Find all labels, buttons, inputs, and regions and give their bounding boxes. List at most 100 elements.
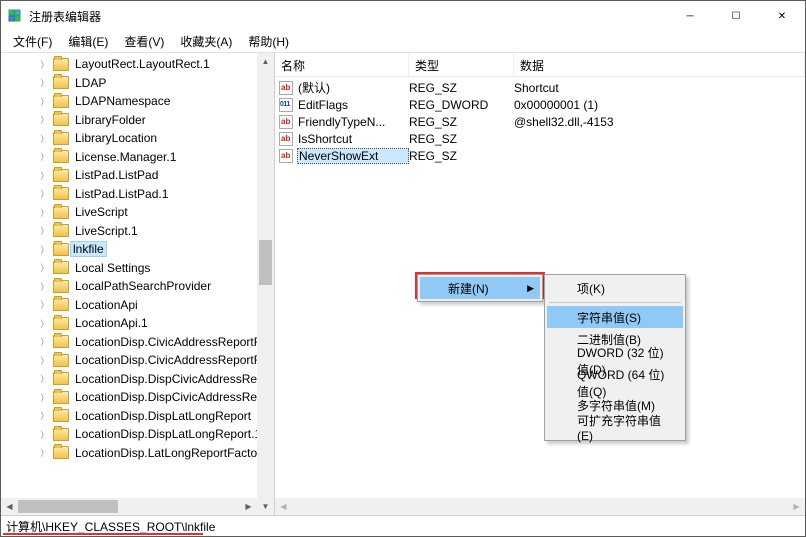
chevron-right-icon[interactable]: 〉 bbox=[39, 335, 49, 349]
tree-item[interactable]: 〉LDAP bbox=[1, 74, 257, 93]
folder-icon bbox=[53, 95, 69, 108]
menu-view[interactable]: 查看(V) bbox=[116, 31, 172, 52]
tree-item[interactable]: 〉LibraryLocation bbox=[1, 129, 257, 148]
tree-item-label: LocationDisp.DispLatLongReport bbox=[73, 409, 253, 423]
tree-item[interactable]: 〉LiveScript bbox=[1, 203, 257, 222]
folder-icon bbox=[53, 58, 69, 71]
chevron-right-icon[interactable]: 〉 bbox=[39, 224, 49, 238]
tree-item[interactable]: 〉 LocationDisp.LatLongReportFactory bbox=[1, 444, 257, 463]
column-data[interactable]: 数据 bbox=[514, 53, 805, 76]
tree-item-label: ListPad.ListPad bbox=[73, 168, 160, 182]
window-buttons: ─ ☐ ✕ bbox=[667, 1, 805, 31]
chevron-right-icon[interactable]: 〉 bbox=[39, 409, 49, 423]
value-row[interactable]: IsShortcutREG_SZ bbox=[275, 130, 805, 147]
value-type: REG_SZ bbox=[409, 81, 514, 95]
chevron-right-icon[interactable]: 〉 bbox=[39, 57, 49, 71]
scroll-down-icon[interactable]: ▼ bbox=[257, 498, 274, 515]
tree-item[interactable]: 〉LocationDisp.CivicAddressReportFactory.… bbox=[1, 351, 257, 370]
column-name[interactable]: 名称 bbox=[275, 53, 409, 76]
statusbar: 计算机\HKEY_CLASSES_ROOT\lnkfile bbox=[1, 516, 805, 536]
tree-item[interactable]: 〉lnkfile bbox=[1, 240, 257, 259]
tree-item[interactable]: 〉 LocalPathSearchProvider bbox=[1, 277, 257, 296]
tree-item[interactable]: 〉 LDAPNamespace bbox=[1, 92, 257, 111]
tree-item[interactable]: 〉 LiveScript.1 bbox=[1, 222, 257, 241]
scroll-thumb[interactable] bbox=[259, 240, 272, 285]
tree-item[interactable]: 〉ListPad.ListPad.1 bbox=[1, 185, 257, 204]
tree-horizontal-scrollbar[interactable]: ◀ ▶ bbox=[1, 498, 257, 515]
tree-item[interactable]: 〉LocationDisp.DispCivicAddressReport.1 bbox=[1, 388, 257, 407]
ctx-expand-value[interactable]: 可扩充字符串值(E) bbox=[547, 416, 683, 438]
chevron-right-icon[interactable]: 〉 bbox=[39, 427, 49, 441]
chevron-right-icon[interactable]: 〉 bbox=[39, 242, 49, 256]
menu-edit[interactable]: 编辑(E) bbox=[60, 31, 116, 52]
menu-file[interactable]: 文件(F) bbox=[5, 31, 60, 52]
chevron-right-icon[interactable]: 〉 bbox=[39, 390, 49, 404]
chevron-right-icon[interactable]: 〉 bbox=[39, 150, 49, 164]
value-row[interactable]: NeverShowExtREG_SZ bbox=[275, 147, 805, 164]
scroll-thumb[interactable] bbox=[18, 500, 118, 513]
tree-item[interactable]: 〉LocationDisp.DispLatLongReport.1 bbox=[1, 425, 257, 444]
chevron-right-icon[interactable]: 〉 bbox=[39, 279, 49, 293]
ctx-key[interactable]: 项(K) bbox=[547, 277, 683, 299]
chevron-right-icon[interactable]: 〉 bbox=[39, 94, 49, 108]
tree-item-label: LocationDisp.DispCivicAddressReport bbox=[73, 372, 257, 386]
values-list[interactable]: (默认)REG_SZShortcutEditFlagsREG_DWORD0x00… bbox=[275, 77, 805, 164]
tree-item[interactable]: 〉 License.Manager.1 bbox=[1, 148, 257, 167]
chevron-right-icon[interactable]: 〉 bbox=[39, 187, 49, 201]
tree-item[interactable]: 〉 LibraryFolder bbox=[1, 111, 257, 130]
values-horizontal-scrollbar[interactable]: ◀ ▶ bbox=[275, 498, 805, 515]
scroll-track[interactable] bbox=[257, 70, 274, 498]
tree-vertical-scrollbar[interactable]: ▲ ▼ bbox=[257, 53, 274, 515]
tree-item-label: LiveScript.1 bbox=[73, 224, 140, 238]
scroll-up-icon[interactable]: ▲ bbox=[257, 53, 274, 70]
regedit-icon bbox=[7, 8, 23, 24]
chevron-right-icon[interactable]: 〉 bbox=[39, 168, 49, 182]
minimize-button[interactable]: ─ bbox=[667, 1, 713, 31]
value-row[interactable]: (默认)REG_SZShortcut bbox=[275, 79, 805, 96]
tree-item-label: LDAPNamespace bbox=[73, 94, 172, 108]
value-row[interactable]: FriendlyTypeN...REG_SZ@shell32.dll,-4153 bbox=[275, 113, 805, 130]
tree-item[interactable]: 〉 LocationDisp.DispCivicAddressReport bbox=[1, 370, 257, 389]
ctx-string-value[interactable]: 字符串值(S) bbox=[547, 306, 683, 328]
chevron-right-icon[interactable]: 〉 bbox=[39, 353, 49, 367]
chevron-right-icon[interactable]: 〉 bbox=[39, 76, 49, 90]
value-type: REG_SZ bbox=[409, 149, 514, 163]
tree-item[interactable]: 〉LocationDisp.CivicAddressReportFactory bbox=[1, 333, 257, 352]
scroll-left-icon: ◀ bbox=[275, 498, 292, 515]
scroll-track[interactable] bbox=[18, 498, 240, 515]
chevron-right-icon[interactable]: 〉 bbox=[39, 316, 49, 330]
tree-item-label: LibraryFolder bbox=[73, 113, 148, 127]
chevron-right-icon[interactable]: 〉 bbox=[39, 298, 49, 312]
tree-item-label: LocationApi bbox=[73, 298, 140, 312]
maximize-button[interactable]: ☐ bbox=[713, 1, 759, 31]
value-data: 0x00000001 (1) bbox=[514, 98, 805, 112]
tree-item[interactable]: 〉Local Settings bbox=[1, 259, 257, 278]
menu-favorites[interactable]: 收藏夹(A) bbox=[172, 31, 240, 52]
tree-item-label: License.Manager.1 bbox=[73, 150, 178, 164]
tree-item-label: LocationDisp.LatLongReportFactory bbox=[73, 446, 257, 460]
chevron-right-icon[interactable]: 〉 bbox=[39, 131, 49, 145]
value-row[interactable]: EditFlagsREG_DWORD0x00000001 (1) bbox=[275, 96, 805, 113]
tree-item-label: LocalPathSearchProvider bbox=[73, 279, 213, 293]
folder-icon bbox=[53, 446, 69, 459]
tree-item[interactable]: 〉LocationApi.1 bbox=[1, 314, 257, 333]
scroll-right-icon[interactable]: ▶ bbox=[240, 498, 257, 515]
chevron-right-icon[interactable]: 〉 bbox=[39, 372, 49, 386]
tree-item[interactable]: 〉 LocationApi bbox=[1, 296, 257, 315]
chevron-right-icon[interactable]: 〉 bbox=[39, 261, 49, 275]
tree-item[interactable]: 〉 ListPad.ListPad bbox=[1, 166, 257, 185]
folder-icon bbox=[53, 354, 69, 367]
column-type[interactable]: 类型 bbox=[409, 53, 514, 76]
folder-icon bbox=[53, 428, 69, 441]
tree-item[interactable]: 〉 LocationDisp.DispLatLongReport bbox=[1, 407, 257, 426]
chevron-right-icon[interactable]: 〉 bbox=[39, 205, 49, 219]
menu-help[interactable]: 帮助(H) bbox=[240, 31, 297, 52]
chevron-right-icon[interactable]: 〉 bbox=[39, 113, 49, 127]
chevron-right-icon[interactable]: 〉 bbox=[39, 446, 49, 460]
close-button[interactable]: ✕ bbox=[759, 1, 805, 31]
tree-view[interactable]: 〉LayoutRect.LayoutRect.1〉LDAP〉LDAPNamesp… bbox=[1, 53, 257, 498]
tree-item[interactable]: 〉LayoutRect.LayoutRect.1 bbox=[1, 55, 257, 74]
scroll-left-icon[interactable]: ◀ bbox=[1, 498, 18, 515]
ctx-new[interactable]: 新建(N) ▶ bbox=[420, 277, 540, 299]
ctx-qword-value[interactable]: QWORD (64 位)值(Q) bbox=[547, 372, 683, 394]
